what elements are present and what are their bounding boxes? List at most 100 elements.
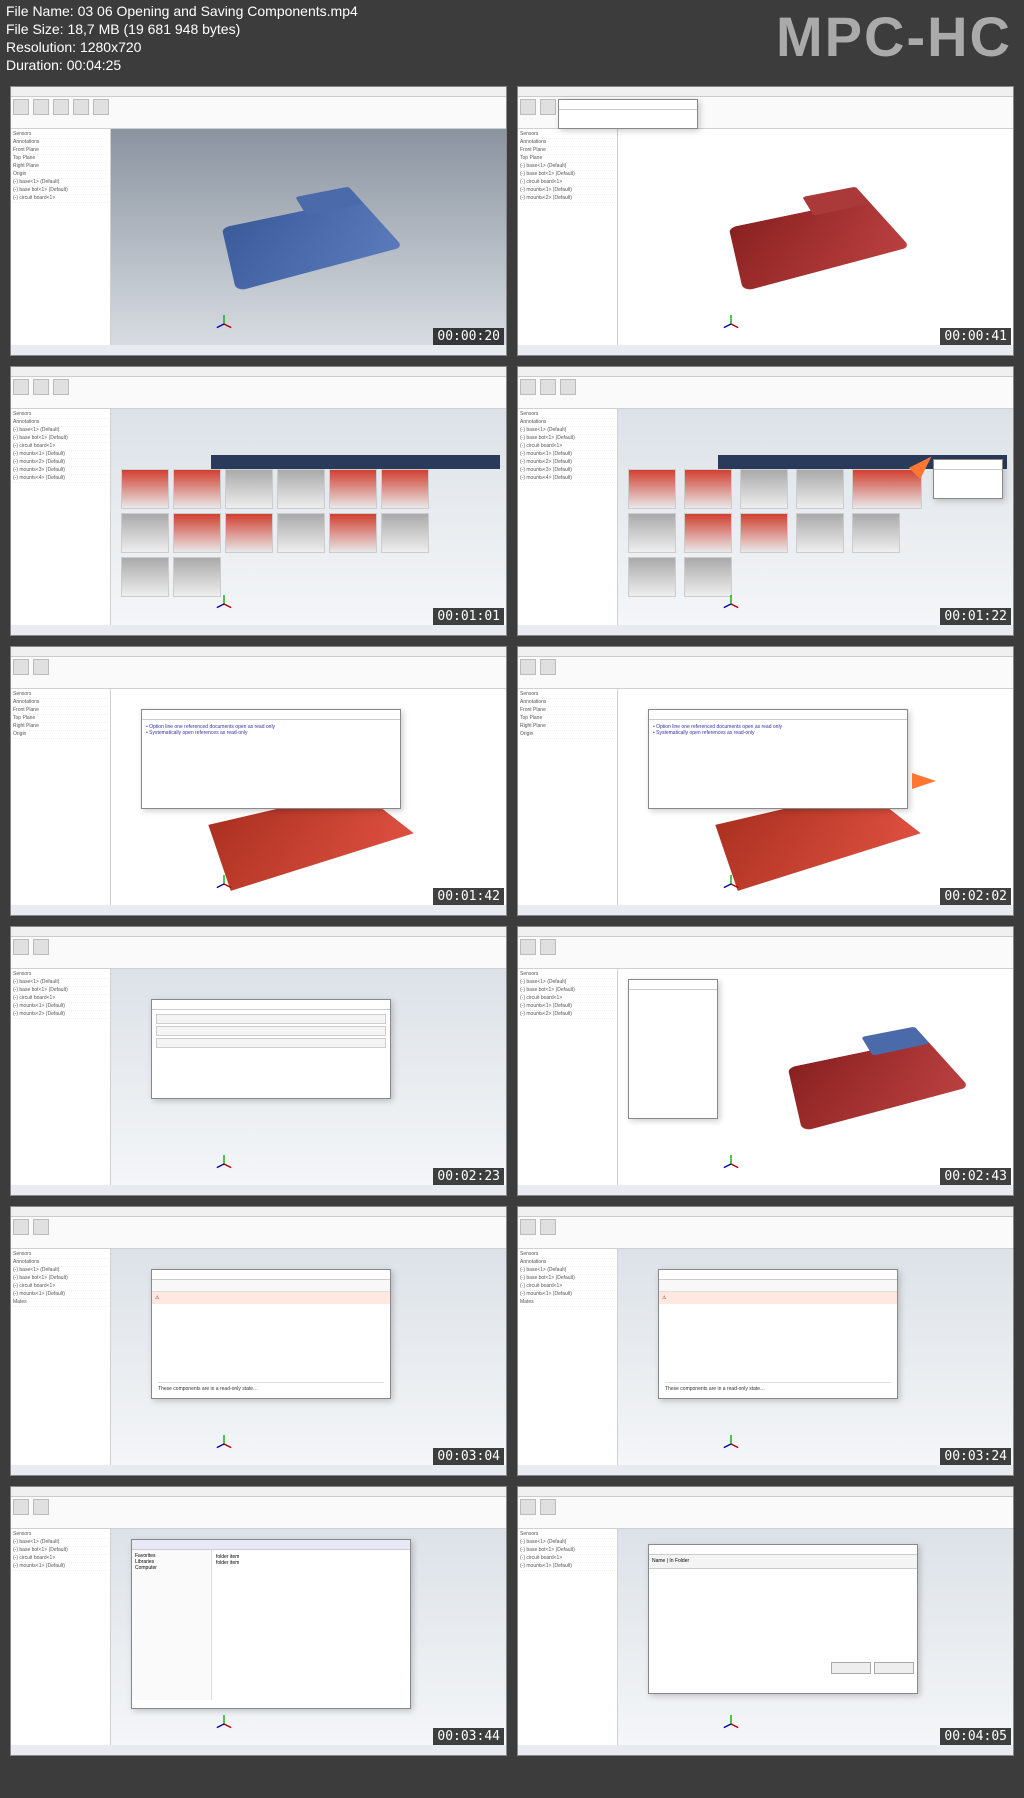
tool-icon bbox=[33, 659, 49, 675]
callout-arrow-icon bbox=[912, 773, 936, 789]
timestamp: 00:00:41 bbox=[940, 328, 1011, 345]
component-thumb bbox=[173, 513, 221, 553]
thumbnail[interactable]: SensorsAnnotationsFront PlaneTop PlaneRi… bbox=[10, 86, 507, 356]
tool-icon bbox=[540, 379, 556, 395]
tool-icon bbox=[540, 1499, 556, 1515]
timestamp: 00:02:02 bbox=[940, 888, 1011, 905]
tool-icon bbox=[520, 379, 536, 395]
app-watermark: MPC-HC bbox=[776, 4, 1012, 69]
component-thumb bbox=[277, 469, 325, 509]
ribbon-toolbar bbox=[11, 1217, 506, 1249]
warning-dialog: • Option line one referenced documents o… bbox=[648, 709, 908, 809]
timestamp: 00:02:43 bbox=[940, 1168, 1011, 1185]
references-dialog bbox=[151, 999, 391, 1099]
feature-tree: Sensors(-) base<1> (Default)(-) base bot… bbox=[518, 969, 618, 1185]
file-size-label: File Size: bbox=[6, 21, 67, 37]
component-thumb bbox=[121, 513, 169, 553]
ribbon-toolbar bbox=[11, 377, 506, 409]
thumbnail[interactable]: SensorsAnnotationsFront PlaneTop PlaneRi… bbox=[517, 646, 1014, 916]
feature-tree: SensorsAnnotationsFront PlaneTop PlaneRi… bbox=[11, 129, 111, 345]
thumbnail[interactable]: Sensors(-) base<1> (Default)(-) base bot… bbox=[517, 926, 1014, 1196]
window-titlebar bbox=[518, 1207, 1013, 1217]
resolution-label: Resolution: bbox=[6, 39, 80, 55]
timestamp: 00:04:05 bbox=[940, 1728, 1011, 1745]
thumbnail[interactable]: Sensors(-) base<1> (Default)(-) base bot… bbox=[517, 1486, 1014, 1756]
thumbnail[interactable]: Sensors(-) base<1> (Default)(-) base bot… bbox=[10, 926, 507, 1196]
feature-tree: SensorsAnnotationsFront PlaneTop Plane(-… bbox=[518, 129, 618, 345]
resolution: 1280x720 bbox=[80, 39, 142, 55]
thumbnail[interactable]: SensorsAnnotations(-) base<1> (Default)(… bbox=[517, 366, 1014, 636]
tool-icon bbox=[520, 99, 536, 115]
ribbon-toolbar bbox=[11, 97, 506, 129]
viewport-3d: FavoritesLibrariesComputer folder itemfo… bbox=[111, 1529, 506, 1745]
component-thumb bbox=[628, 469, 676, 509]
feature-tree: SensorsAnnotations(-) base<1> (Default)(… bbox=[518, 409, 618, 625]
component-panel-header bbox=[211, 455, 500, 469]
file-size: 18,7 MB (19 681 948 bytes) bbox=[67, 21, 240, 37]
viewport-3d bbox=[111, 129, 506, 345]
tool-icon bbox=[33, 379, 49, 395]
window-titlebar bbox=[518, 927, 1013, 937]
ribbon-toolbar bbox=[11, 657, 506, 689]
feature-tree: Sensors(-) base<1> (Default)(-) base bot… bbox=[11, 1529, 111, 1745]
tool-icon bbox=[33, 99, 49, 115]
axis-triad-icon bbox=[722, 315, 740, 333]
window-titlebar bbox=[11, 1487, 506, 1497]
thumbnail[interactable]: SensorsAnnotations(-) base<1> (Default)(… bbox=[10, 1206, 507, 1476]
component-thumb bbox=[740, 469, 788, 509]
component-thumb bbox=[740, 513, 788, 553]
tool-icon bbox=[13, 1499, 29, 1515]
window-titlebar bbox=[518, 647, 1013, 657]
axis-triad-icon bbox=[215, 1715, 233, 1733]
component-thumb bbox=[381, 469, 429, 509]
component-thumb bbox=[329, 513, 377, 553]
axis-triad-icon bbox=[722, 1715, 740, 1733]
timestamp: 00:00:20 bbox=[433, 328, 504, 345]
dialog-box bbox=[558, 99, 698, 129]
thumbnail[interactable]: SensorsAnnotations(-) base<1> (Default)(… bbox=[517, 1206, 1014, 1476]
component-thumb bbox=[173, 557, 221, 597]
component-thumb bbox=[796, 513, 844, 553]
tool-icon bbox=[73, 99, 89, 115]
thumbnail[interactable]: SensorsAnnotationsFront PlaneTop PlaneRi… bbox=[10, 646, 507, 916]
viewport-3d: • Option line one referenced documents o… bbox=[111, 689, 506, 905]
viewport-3d: Name | In Folder bbox=[618, 1529, 1013, 1745]
component-grid bbox=[628, 469, 904, 597]
tool-icon bbox=[13, 659, 29, 675]
viewport-3d bbox=[618, 409, 1013, 625]
viewport-3d: • Option line one referenced documents o… bbox=[618, 689, 1013, 905]
timestamp: 00:02:23 bbox=[433, 1168, 504, 1185]
ribbon-toolbar bbox=[518, 377, 1013, 409]
tool-icon bbox=[13, 379, 29, 395]
tool-icon bbox=[13, 99, 29, 115]
window-titlebar bbox=[518, 367, 1013, 377]
timestamp: 00:01:01 bbox=[433, 608, 504, 625]
thumbnail[interactable]: Sensors(-) base<1> (Default)(-) base bot… bbox=[10, 1486, 507, 1756]
component-thumb bbox=[277, 513, 325, 553]
axis-triad-icon bbox=[722, 875, 740, 893]
thumbnail[interactable]: SensorsAnnotations(-) base<1> (Default)(… bbox=[10, 366, 507, 636]
context-menu bbox=[933, 459, 1003, 499]
thumbnail[interactable]: SensorsAnnotationsFront PlaneTop Plane(-… bbox=[517, 86, 1014, 356]
component-thumb bbox=[852, 469, 922, 509]
component-thumb bbox=[121, 557, 169, 597]
tool-icon bbox=[33, 939, 49, 955]
tool-icon bbox=[33, 1499, 49, 1515]
ribbon-toolbar bbox=[518, 657, 1013, 689]
calculator-model bbox=[229, 192, 389, 282]
component-thumb bbox=[173, 469, 221, 509]
tool-icon bbox=[93, 99, 109, 115]
tool-icon bbox=[53, 99, 69, 115]
timestamp: 00:01:42 bbox=[433, 888, 504, 905]
file-name: 03 06 Opening and Saving Components.mp4 bbox=[78, 3, 358, 19]
duration: 00:04:25 bbox=[67, 57, 122, 73]
feature-tree: SensorsAnnotations(-) base<1> (Default)(… bbox=[518, 1249, 618, 1465]
tool-icon bbox=[520, 1499, 536, 1515]
component-thumb bbox=[329, 469, 377, 509]
tool-icon bbox=[13, 1219, 29, 1235]
metadata-panel: File Name: 03 06 Opening and Saving Comp… bbox=[0, 0, 1024, 76]
viewport-3d bbox=[618, 969, 1013, 1185]
axis-triad-icon bbox=[215, 1155, 233, 1173]
save-references-dialog: Name | In Folder bbox=[648, 1544, 918, 1694]
ribbon-toolbar bbox=[11, 937, 506, 969]
